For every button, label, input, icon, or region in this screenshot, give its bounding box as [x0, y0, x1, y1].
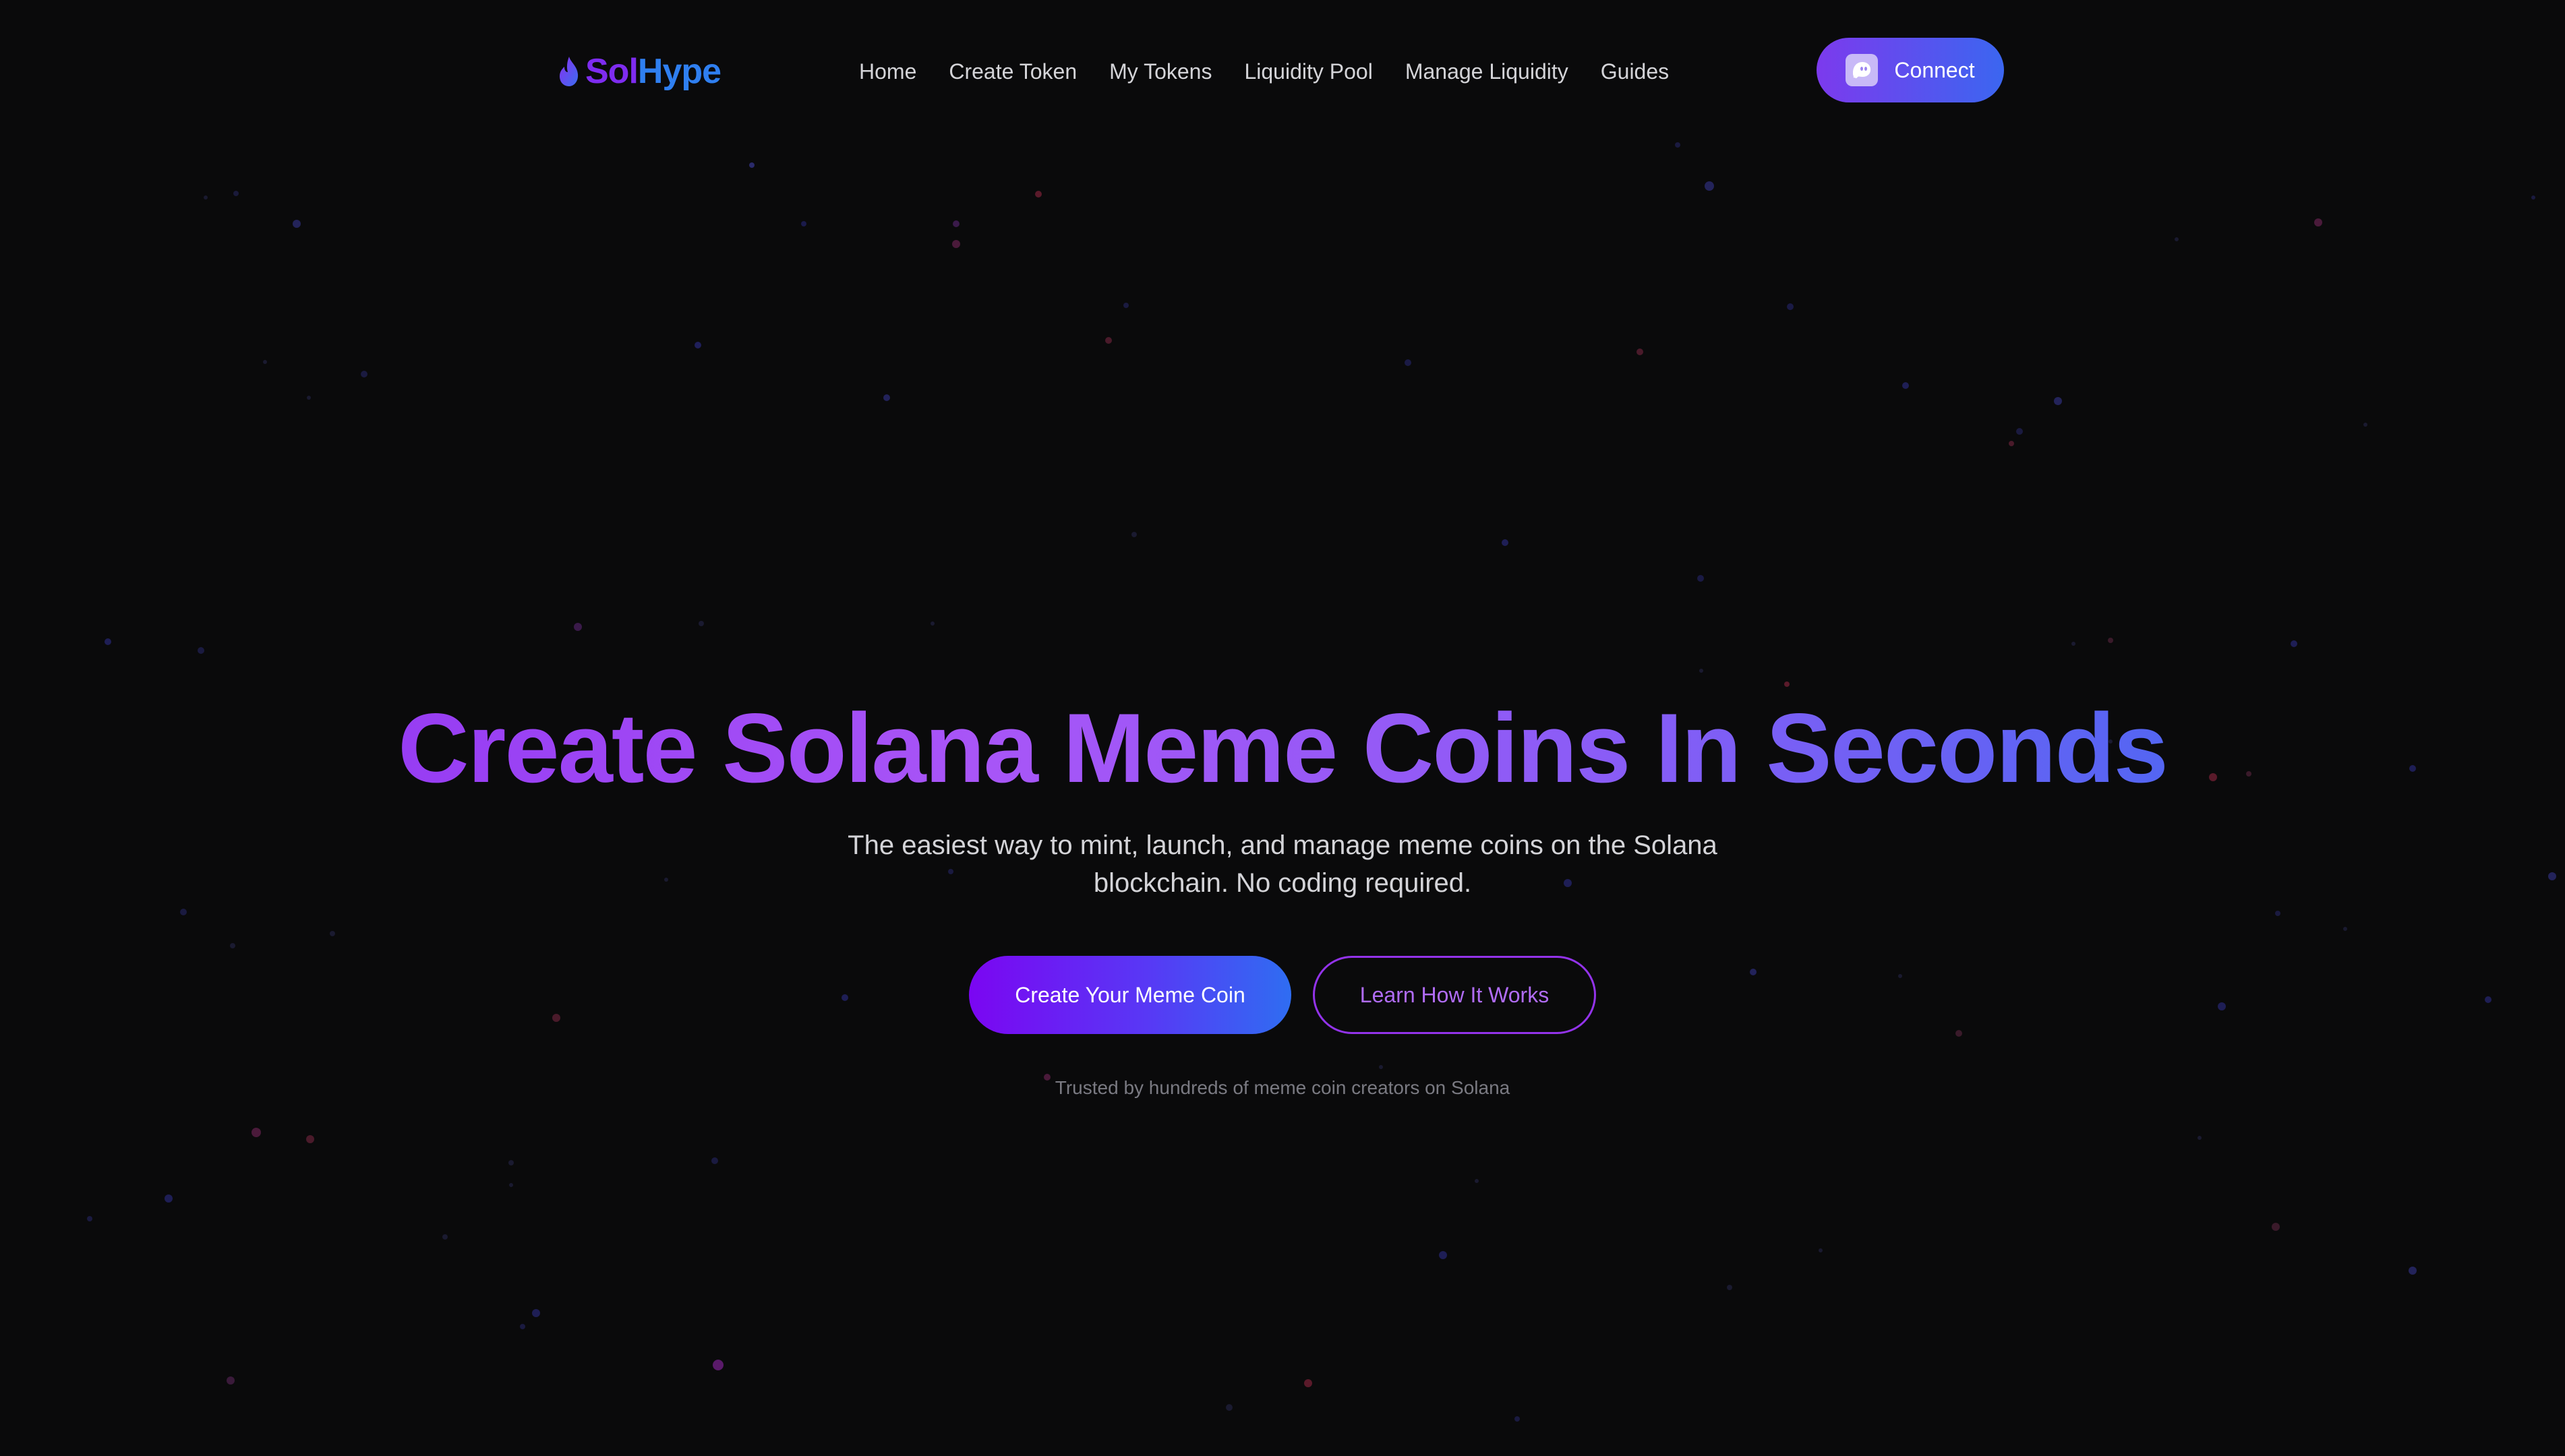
- star-dot: [2016, 428, 2023, 435]
- star-dot: [664, 878, 668, 882]
- star-dot: [2198, 1136, 2202, 1140]
- star-dot: [1105, 337, 1112, 344]
- star-dot: [293, 220, 301, 228]
- star-dot: [165, 1194, 173, 1203]
- star-dot: [1405, 359, 1411, 366]
- brand-name-part1: Sol: [585, 52, 639, 91]
- star-dot: [307, 396, 311, 400]
- brand-name: Sol Hype: [585, 51, 721, 92]
- navbar: Sol Hype Home Create Token My Tokens Liq…: [0, 0, 2565, 142]
- star-dot: [442, 1234, 448, 1240]
- star-dot: [2009, 441, 2014, 446]
- star-dot: [1514, 1416, 1520, 1422]
- star-dot: [2054, 397, 2062, 405]
- star-dot: [1304, 1379, 1312, 1387]
- star-dot: [1035, 191, 1042, 198]
- cta-row: Create Your Meme Coin Learn How It Works: [0, 956, 2565, 1034]
- star-dot: [1226, 1404, 1233, 1411]
- star-dot: [2548, 872, 2556, 880]
- star-dot: [252, 1128, 261, 1137]
- hero-subtitle: The easiest way to mint, launch, and man…: [848, 830, 1717, 898]
- connect-wallet-button[interactable]: Connect: [1817, 38, 2004, 102]
- phantom-ghost-icon: [1846, 54, 1879, 86]
- star-dot: [695, 342, 701, 348]
- star-dot: [931, 621, 935, 626]
- hero-title: Create Solana Meme Coins In Seconds: [0, 688, 2565, 809]
- star-dot: [532, 1309, 540, 1317]
- star-dot: [2343, 927, 2347, 931]
- nav-item-liquidity-pool[interactable]: Liquidity Pool: [1244, 59, 1372, 84]
- star-dot: [952, 240, 960, 248]
- star-dot: [2071, 642, 2075, 646]
- star-dot: [1787, 303, 1794, 310]
- star-dot: [1784, 681, 1790, 687]
- main-nav: Home Create Token My Tokens Liquidity Po…: [859, 54, 1669, 89]
- connect-label: Connect: [1894, 57, 1975, 82]
- star-dot: [1379, 1065, 1383, 1069]
- page: Sol Hype Home Create Token My Tokens Liq…: [0, 0, 2565, 1456]
- nav-item-create-token[interactable]: Create Token: [949, 59, 1077, 84]
- star-dot: [1727, 1285, 1732, 1290]
- star-dot: [509, 1183, 513, 1187]
- star-dot: [2275, 911, 2280, 916]
- star-dot: [2314, 218, 2322, 226]
- star-dot: [204, 195, 208, 200]
- star-dot: [227, 1376, 235, 1385]
- trust-note: Trusted by hundreds of meme coin creator…: [1055, 1077, 1510, 1098]
- brand-name-part2: Hype: [637, 52, 721, 91]
- star-dot: [1637, 348, 1643, 355]
- star-dot: [105, 638, 111, 645]
- star-dot: [1123, 303, 1129, 308]
- star-dot: [2108, 638, 2113, 643]
- star-dot: [711, 1157, 718, 1164]
- star-dot: [1439, 1251, 1447, 1259]
- star-dot: [198, 647, 204, 654]
- star-dot: [2272, 1223, 2280, 1231]
- star-dot: [230, 943, 235, 948]
- star-dot: [180, 909, 187, 915]
- star-dot: [1131, 532, 1137, 537]
- star-dot: [1697, 575, 1704, 582]
- star-dot: [749, 162, 755, 168]
- star-dot: [1819, 1248, 1823, 1252]
- star-dot: [883, 394, 890, 401]
- star-dot: [2175, 237, 2179, 241]
- star-dot: [953, 220, 960, 227]
- brand-logo[interactable]: Sol Hype: [557, 44, 721, 98]
- create-meme-coin-button[interactable]: Create Your Meme Coin: [969, 956, 1291, 1034]
- star-dot: [330, 931, 335, 936]
- star-dot: [233, 191, 239, 196]
- star-dot: [1475, 1179, 1479, 1183]
- star-dot: [361, 371, 367, 377]
- star-dot: [520, 1324, 525, 1329]
- star-dot: [2291, 640, 2297, 647]
- star-dot: [699, 621, 704, 626]
- star-dot: [713, 1360, 724, 1370]
- nav-item-my-tokens[interactable]: My Tokens: [1109, 59, 1212, 84]
- star-dot: [574, 623, 582, 631]
- star-dot: [801, 221, 806, 226]
- star-dot: [263, 360, 267, 364]
- star-dot: [508, 1160, 514, 1165]
- nav-item-guides[interactable]: Guides: [1601, 59, 1669, 84]
- star-dot: [1699, 669, 1703, 673]
- flame-icon: [560, 57, 579, 86]
- nav-item-home[interactable]: Home: [859, 59, 916, 84]
- nav-item-manage-liquidity[interactable]: Manage Liquidity: [1405, 59, 1568, 84]
- star-dot: [87, 1216, 92, 1221]
- star-dot: [2363, 423, 2367, 427]
- learn-how-it-works-button[interactable]: Learn How It Works: [1313, 956, 1596, 1034]
- star-dot: [2409, 1267, 2417, 1275]
- star-dot: [1675, 142, 1680, 148]
- star-dot: [2531, 195, 2535, 200]
- star-dot: [1902, 382, 1909, 389]
- star-dot: [1502, 539, 1508, 546]
- star-dot: [306, 1135, 314, 1143]
- star-dot: [1705, 181, 1714, 191]
